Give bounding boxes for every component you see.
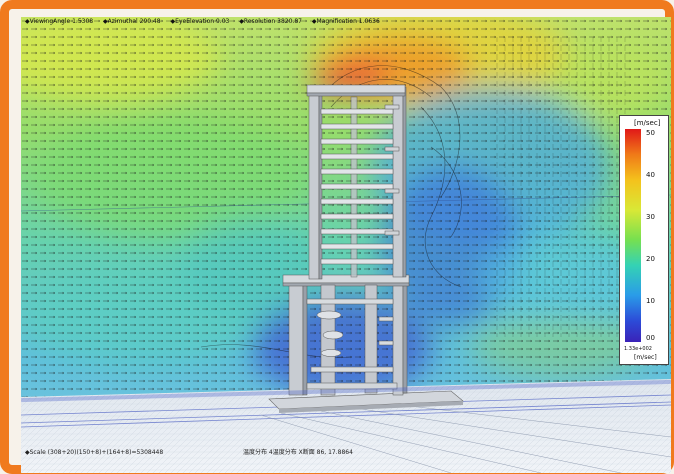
view-status-bar: ◆ViewingAngle 1.5308 ◆Azimuthal 290.48 ◆… bbox=[25, 18, 388, 25]
magnification-label: ◆Magnification 1.0636 bbox=[311, 18, 380, 25]
simulation-viewport: ◆ViewingAngle 1.5308 ◆Azimuthal 290.48 ◆… bbox=[21, 17, 671, 473]
wind-velocity-field bbox=[21, 17, 671, 473]
resolution-label: ◆Resolution 3820.87 bbox=[239, 18, 302, 25]
legend-tick: 50 bbox=[646, 129, 655, 137]
azimuthal-label: ◆Azimuthal 290.48 bbox=[103, 18, 161, 25]
legend-unit: [m/sec] bbox=[634, 119, 661, 127]
section-label: 温度分布 4温度分布 X断面 86, 17.8864 bbox=[243, 449, 353, 456]
legend-tick: 10 bbox=[646, 297, 655, 305]
viewing-angle-label: ◆ViewingAngle 1.5308 bbox=[25, 18, 94, 25]
scale-label: ◆Scale (308+20)(150+8)+(164+8)=5308448 bbox=[25, 449, 164, 456]
legend-tick: 00 bbox=[646, 334, 655, 342]
legend-tick: 30 bbox=[646, 213, 655, 221]
legend-tick: 20 bbox=[646, 255, 655, 263]
orange-frame: ◆ViewingAngle 1.5308 ◆Azimuthal 290.48 ◆… bbox=[0, 0, 674, 474]
eye-elevation-label: ◆EyeElevation 9.03 bbox=[170, 18, 230, 25]
bottom-status-bar: ◆Scale (308+20)(150+8)+(164+8)=5308448 温… bbox=[25, 449, 665, 456]
velocity-color-legend: [m/sec] 50 40 30 20 10 00 1.33e+002 [m/s… bbox=[619, 115, 669, 365]
legend-unit-bottom: [m/sec] bbox=[634, 354, 657, 361]
legend-tick: 40 bbox=[646, 171, 655, 179]
legend-color-bar bbox=[625, 129, 641, 342]
legend-max-label: 1.33e+002 bbox=[624, 346, 652, 352]
